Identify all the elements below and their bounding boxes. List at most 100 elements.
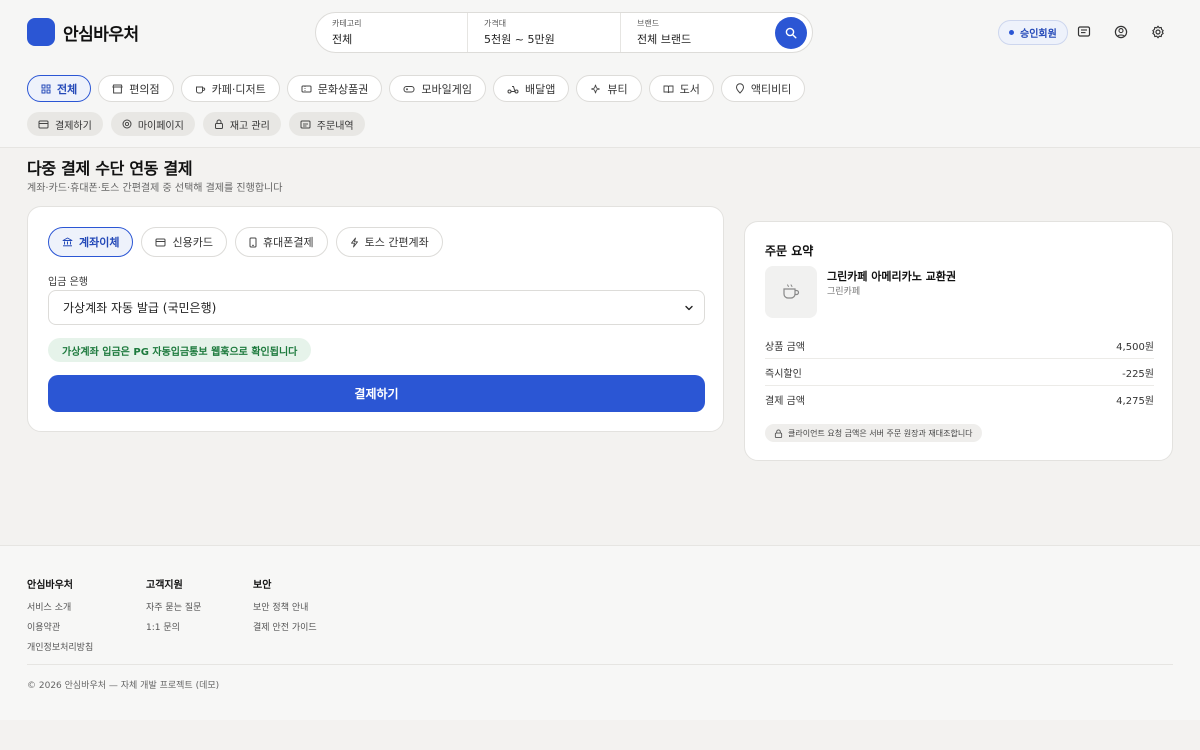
bank-select[interactable]: 가상계좌 자동 발급 (국민은행) [48, 290, 705, 325]
book-icon [663, 84, 674, 94]
footer-link-inquiry[interactable]: 1:1 문의 [146, 620, 201, 633]
summary-title: 주문 요약 [765, 244, 814, 258]
subnav-mypage[interactable]: 마이페이지 [110, 112, 195, 136]
category-chip-label: 뷰티 [607, 82, 628, 96]
category-chip-books[interactable]: 도서 [648, 75, 714, 102]
search-brand-label: 브랜드 [637, 19, 660, 28]
category-chip-label: 전체 [57, 82, 78, 96]
logo-mark [27, 18, 55, 46]
pay-button[interactable]: 결제하기 [48, 375, 705, 412]
category-chip-label: 액티비티 [750, 82, 792, 96]
category-chip-label: 모바일게임 [421, 82, 472, 96]
price-row: 즉시할인 -225원 [765, 359, 1154, 386]
category-chip-culture[interactable]: 문화상품권 [286, 75, 383, 102]
logo-text: 안심바우처 [63, 24, 139, 45]
footer-col-title: 보안 [253, 580, 272, 591]
search-bar: 카테고리 전체 가격대 5천원 ~ 5만원 브랜드 전체 브랜드 [315, 12, 813, 53]
product-brand: 그린카페 [827, 287, 861, 297]
bolt-icon [350, 237, 359, 248]
category-chip-all[interactable]: 전체 [27, 75, 92, 102]
price-row-value: 4,275원 [1116, 396, 1154, 407]
user-icon [122, 119, 132, 129]
footer-link-terms[interactable]: 이용약관 [27, 620, 93, 633]
category-chips: 전체 편의점 카페·디저트 문화상품권 모바일게임 배달앱 뷰티 도서 액티비티 [27, 75, 806, 102]
payment-method-tabs: 계좌이체 신용카드 휴대폰결제 토스 간편계좌 [48, 227, 443, 257]
subnav-orders[interactable]: 주문내역 [288, 112, 365, 136]
category-chip-label: 문화상품권 [317, 82, 369, 96]
search-category-value: 전체 [332, 33, 353, 46]
price-row-label: 결제 금액 [765, 396, 805, 407]
ticket-icon [301, 84, 312, 94]
search-price-value: 5천원 ~ 5만원 [484, 33, 555, 46]
tab-bank-transfer[interactable]: 계좌이체 [48, 227, 134, 257]
price-row-value: -225원 [1122, 368, 1154, 380]
card-icon [38, 120, 49, 129]
footer-col-support: 고객지원 자주 묻는 질문 1:1 문의 [146, 576, 201, 640]
cup-icon [195, 84, 206, 94]
subnav-label: 결제하기 [55, 120, 92, 132]
product-name: 그린카페 아메리카노 교환권 [827, 270, 957, 283]
sparkle-icon [590, 84, 601, 94]
footer-link-payment-guide[interactable]: 결제 안전 가이드 [253, 620, 317, 633]
sub-navigation: 결제하기 마이페이지 재고 관리 주문내역 [27, 112, 365, 136]
search-brand[interactable]: 브랜드 전체 브랜드 [621, 13, 773, 52]
category-chip-beauty[interactable]: 뷰티 [576, 75, 642, 102]
search-category[interactable]: 카테고리 전체 [316, 13, 468, 52]
payment-panel: 계좌이체 신용카드 휴대폰결제 토스 간편계좌 입금 은행 가상계좌 자동 발급… [27, 206, 724, 432]
webhook-notice: 가상계좌 입금은 PG 자동입금통보 웹훅으로 확인됩니다 [48, 338, 312, 362]
footer-link-security-policy[interactable]: 보안 정책 안내 [253, 600, 317, 613]
footer-link-privacy[interactable]: 개인정보처리방침 [27, 640, 93, 653]
tab-label: 휴대폰결제 [262, 236, 314, 249]
profile-icon[interactable] [1114, 25, 1128, 39]
footer-link-about[interactable]: 서비스 소개 [27, 600, 93, 613]
card-icon [155, 238, 166, 247]
lock-icon [774, 428, 783, 438]
bank-icon [62, 237, 73, 247]
lock-icon [214, 119, 224, 129]
copyright: © 2026 안심바우처 — 자체 개발 프로젝트 (데모) [27, 681, 220, 691]
price-row: 결제 금액 4,275원 [765, 386, 1154, 413]
category-chip-label: 편의점 [129, 82, 160, 96]
subnav-label: 마이페이지 [137, 120, 184, 132]
store-icon [112, 84, 123, 94]
message-icon[interactable] [1077, 25, 1091, 39]
gamepad-icon [403, 84, 415, 94]
subnav-checkout[interactable]: 결제하기 [27, 112, 103, 136]
category-chip-delivery[interactable]: 배달앱 [492, 75, 570, 102]
bank-select-value: 가상계좌 자동 발급 (국민은행) [63, 301, 217, 315]
footer-link-faq[interactable]: 자주 묻는 질문 [146, 600, 201, 613]
tab-label: 토스 간편계좌 [364, 236, 429, 249]
member-dot [1009, 30, 1014, 35]
member-status-badge[interactable]: 승인회원 [998, 20, 1068, 45]
gear-icon[interactable] [1151, 25, 1165, 39]
category-chip-label: 카페·디저트 [211, 82, 266, 96]
category-chip-convenience[interactable]: 편의점 [98, 75, 174, 102]
pin-icon [735, 83, 745, 94]
footer-col-title: 안심바우처 [27, 580, 73, 591]
scooter-icon [507, 84, 519, 94]
search-price[interactable]: 가격대 5천원 ~ 5만원 [468, 13, 621, 52]
receipt-icon [300, 120, 311, 129]
price-breakdown: 상품 금액 4,500원 즉시할인 -225원 결제 금액 4,275원 [765, 332, 1154, 413]
footer-col-security: 보안 보안 정책 안내 결제 안전 가이드 [253, 576, 317, 640]
search-button[interactable] [775, 17, 807, 49]
logo[interactable]: 안심바우처 [27, 18, 139, 46]
footer: 안심바우처 서비스 소개 이용약관 개인정보처리방침 고객지원 자주 묻는 질문… [0, 545, 1200, 720]
subnav-inventory[interactable]: 재고 관리 [202, 112, 281, 136]
header: 안심바우처 카테고리 전체 가격대 5천원 ~ 5만원 브랜드 전체 브랜드 승… [0, 0, 1200, 148]
price-row-label: 즉시할인 [765, 368, 802, 380]
search-brand-value: 전체 브랜드 [637, 33, 692, 46]
category-chip-activity[interactable]: 액티비티 [720, 75, 806, 102]
category-chip-cafe[interactable]: 카페·디저트 [180, 75, 280, 102]
page-title: 다중 결제 수단 연동 결제 [27, 159, 193, 178]
grid-icon [41, 84, 51, 94]
tab-toss-account[interactable]: 토스 간편계좌 [335, 227, 443, 257]
price-row: 상품 금액 4,500원 [765, 332, 1154, 359]
tab-credit-card[interactable]: 신용카드 [141, 227, 227, 257]
order-summary: 주문 요약 그린카페 아메리카노 교환권 그린카페 상품 금액 4,500원 즉… [744, 221, 1173, 461]
search-category-label: 카테고리 [332, 19, 362, 28]
category-chip-mobile-game[interactable]: 모바일게임 [389, 75, 486, 102]
subnav-label: 주문내역 [316, 120, 354, 132]
tab-mobile-payment[interactable]: 휴대폰결제 [234, 227, 328, 257]
tab-label: 계좌이체 [79, 236, 120, 249]
